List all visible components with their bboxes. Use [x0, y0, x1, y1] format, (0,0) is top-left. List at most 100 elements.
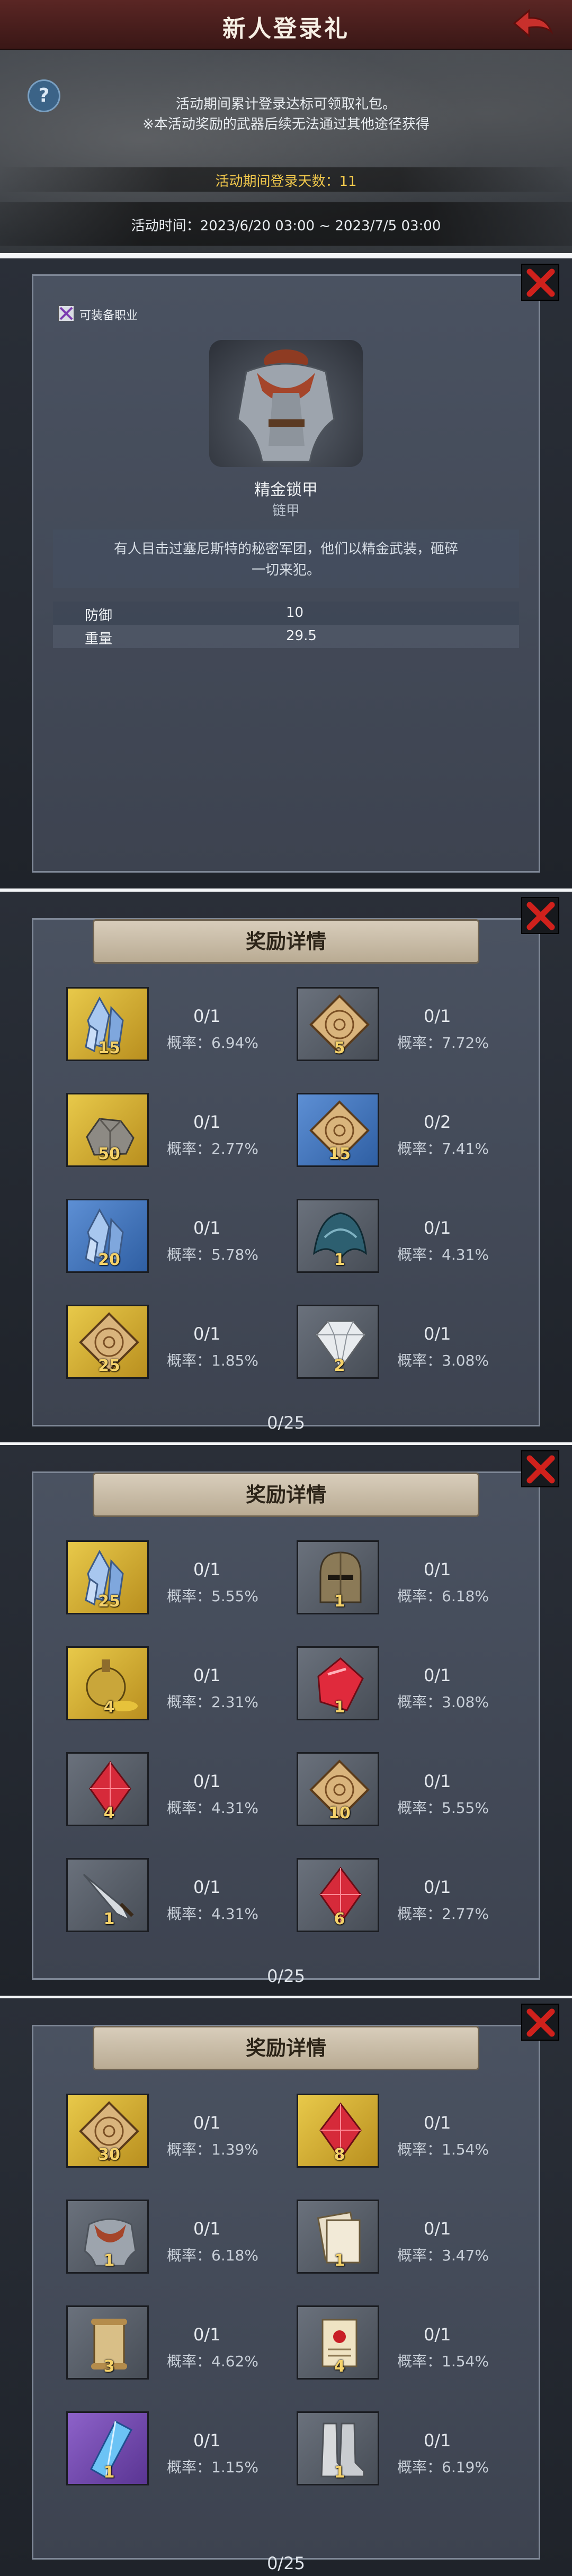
item-image [209, 340, 363, 467]
reward-probability: 概率：6.18% [167, 2247, 258, 2264]
reward-item-thumb: 15 [66, 987, 149, 1061]
description-line-1: 活动期间累计登录达标可领取礼包。 [175, 96, 396, 112]
reward-details-banner: 奖励详情 [93, 919, 479, 964]
reward-item[interactable]: 1 0/1 概率：4.31% [297, 1199, 508, 1273]
reward-count: 0/1 [193, 1877, 221, 1897]
reward-item-thumb: 1 [297, 2200, 379, 2274]
stat-value: 10 [286, 605, 304, 621]
reward-item-thumb: 4 [66, 1752, 149, 1826]
reward-item-thumb: 1 [66, 1858, 149, 1932]
reward-item-thumb: 15 [297, 1093, 379, 1167]
reward-probability: 概率：3.08% [397, 1352, 489, 1369]
reward-total: 0/25 [267, 1413, 305, 1433]
stat-value: 29.5 [286, 628, 317, 644]
reward-item-thumb: 3 [66, 2305, 149, 2380]
close-button[interactable] [521, 264, 559, 301]
reward-probability: 概率：1.15% [167, 2458, 258, 2476]
reward-item[interactable]: 1 0/1 概率：3.47% [297, 2200, 508, 2274]
reward-probability: 概率：2.31% [167, 1693, 258, 1711]
reward-total: 0/25 [267, 2553, 305, 2573]
reward-item[interactable]: 1 0/1 概率：6.18% [297, 1540, 508, 1614]
activity-time: 活动时间：2023/6/20 03:00 ~ 2023/7/5 03:00 [131, 218, 441, 234]
reward-item-thumb: 10 [297, 1752, 379, 1826]
reward-item[interactable]: 8 0/1 概率：1.54% [297, 2094, 508, 2168]
reward-probability: 概率：7.41% [397, 1140, 489, 1157]
reward-count: 0/1 [193, 1324, 221, 1344]
reward-count: 0/1 [193, 1218, 221, 1238]
description-line-2: ※本活动奖励的武器后续无法通过其他途径获得 [142, 116, 430, 132]
reward-probability: 概率：1.85% [167, 1352, 258, 1369]
reward-count: 0/1 [424, 1771, 451, 1791]
reward-probability: 概率：5.78% [167, 1246, 258, 1263]
reward-item[interactable]: 50 0/1 概率：2.77% [66, 1093, 278, 1167]
reward-item[interactable]: 2 0/1 概率：3.08% [297, 1305, 508, 1379]
reward-item[interactable]: 10 0/1 概率：5.55% [297, 1752, 508, 1826]
close-button[interactable] [521, 2004, 559, 2041]
reward-quantity: 8 [334, 2146, 345, 2164]
reward-probability: 概率：6.94% [167, 1034, 258, 1052]
reward-count: 0/1 [424, 2430, 451, 2451]
reward-quantity: 1 [103, 2251, 115, 2270]
reward-count: 0/1 [424, 2324, 451, 2345]
reward-item[interactable]: 25 0/1 概率：5.55% [66, 1540, 278, 1614]
reward-count: 0/1 [424, 1877, 451, 1897]
reward-item[interactable]: 1 0/1 概率：3.08% [297, 1646, 508, 1720]
reward-quantity: 6 [334, 1910, 345, 1928]
reward-item-thumb: 8 [297, 2094, 379, 2168]
reward-count: 0/1 [424, 1665, 451, 1685]
page-title: 新人登录礼 [222, 15, 350, 42]
reward-item[interactable]: 4 0/1 概率：1.54% [297, 2305, 508, 2380]
item-name: 精金锁甲 [254, 481, 318, 499]
close-button[interactable] [521, 897, 559, 934]
reward-item[interactable]: 15 0/1 概率：6.94% [66, 987, 278, 1061]
reward-item[interactable]: 1 0/1 概率：4.31% [66, 1858, 278, 1932]
reward-probability: 概率：1.54% [397, 2141, 489, 2158]
reward-item[interactable]: 4 0/1 概率：2.31% [66, 1646, 278, 1720]
class-restriction-icon [58, 306, 74, 321]
close-icon [526, 2008, 555, 2037]
reward-item-thumb: 6 [297, 1858, 379, 1932]
stat-row-defense: 防御 10 [53, 602, 519, 625]
reward-quantity: 3 [103, 2357, 115, 2376]
reward-count: 0/1 [193, 1665, 221, 1685]
reward-item[interactable]: 30 0/1 概率：1.39% [66, 2094, 278, 2168]
reward-item-thumb: 1 [297, 1199, 379, 1273]
reward-probability: 概率：3.08% [397, 1693, 489, 1711]
reward-item-thumb: 50 [66, 1093, 149, 1167]
reward-item[interactable]: 5 0/1 概率：7.72% [297, 987, 508, 1061]
reward-item[interactable]: 1 0/1 概率：1.15% [66, 2411, 278, 2485]
reward-item-thumb: 1 [297, 2411, 379, 2485]
reward-count: 0/1 [193, 1559, 221, 1579]
reward-probability: 概率：2.77% [397, 1905, 489, 1923]
reward-item[interactable]: 6 0/1 概率：2.77% [297, 1858, 508, 1932]
reward-item[interactable]: 25 0/1 概率：1.85% [66, 1305, 278, 1379]
close-button[interactable] [521, 1450, 559, 1487]
reward-probability: 概率：5.55% [397, 1799, 489, 1817]
reward-item-thumb: 30 [66, 2094, 149, 2168]
reward-total: 0/25 [267, 1966, 305, 1986]
reward-probability: 概率：6.19% [397, 2458, 489, 2476]
back-button[interactable] [511, 7, 553, 39]
reward-quantity: 1 [334, 2463, 345, 2482]
reward-item[interactable]: 1 0/1 概率：6.18% [66, 2200, 278, 2274]
reward-details-banner: 奖励详情 [93, 1473, 479, 1517]
reward-quantity: 4 [103, 1804, 115, 1823]
reward-quantity: 1 [334, 1698, 345, 1717]
reward-probability: 概率：7.72% [397, 1034, 489, 1052]
reward-probability: 概率：4.31% [397, 1246, 489, 1263]
back-arrow-icon [513, 8, 553, 38]
reward-count: 0/2 [424, 1112, 451, 1132]
reward-item-thumb: 20 [66, 1199, 149, 1273]
reward-item[interactable]: 1 0/1 概率：6.19% [297, 2411, 508, 2485]
reward-quantity: 15 [98, 1039, 120, 1057]
reward-item[interactable]: 3 0/1 概率：4.62% [66, 2305, 278, 2380]
reward-quantity: 1 [334, 1251, 345, 1269]
reward-count: 0/1 [193, 2324, 221, 2345]
reward-panel-1: 奖励详情 15 0/1 概率：6.94% 5 0/1 概率：7.72% 50 0/1 概率：2.… [0, 890, 572, 1442]
reward-count: 0/1 [424, 1218, 451, 1238]
item-type: 链甲 [272, 503, 300, 519]
reward-item[interactable]: 20 0/1 概率：5.78% [66, 1199, 278, 1273]
reward-item[interactable]: 4 0/1 概率：4.31% [66, 1752, 278, 1826]
reward-quantity: 1 [103, 2463, 115, 2482]
reward-item[interactable]: 15 0/2 概率：7.41% [297, 1093, 508, 1167]
